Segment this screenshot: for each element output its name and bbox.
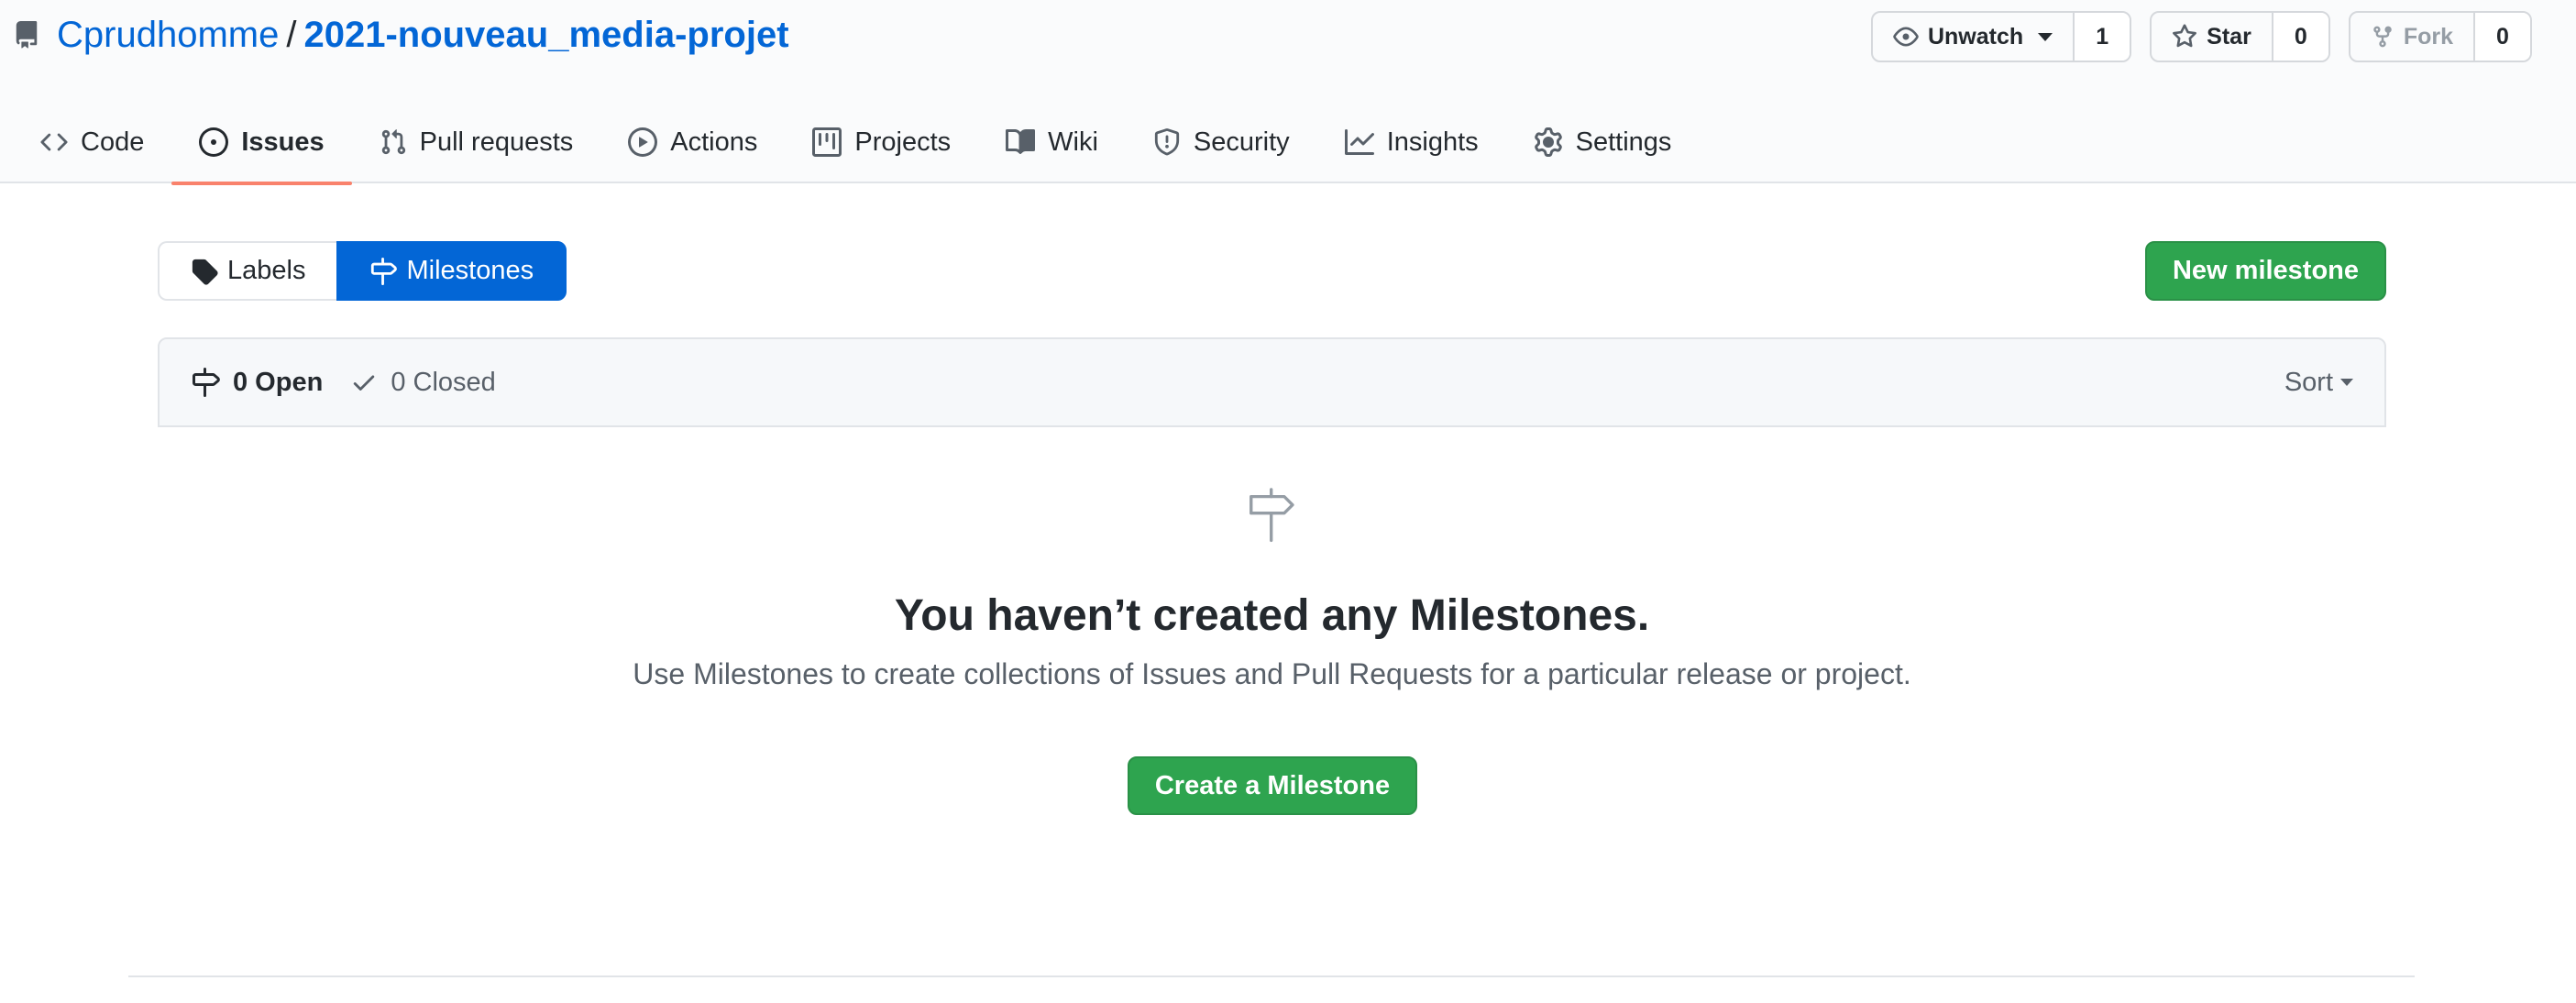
tab-wiki-label: Wiki (1048, 127, 1098, 157)
watchers-count[interactable]: 1 (2075, 13, 2130, 61)
code-icon (40, 133, 68, 151)
milestone-icon (193, 368, 220, 397)
eye-icon (1893, 27, 1919, 47)
stars-count[interactable]: 0 (2273, 13, 2328, 61)
shield-icon (1154, 128, 1180, 156)
milestone-signpost-icon (1249, 488, 1294, 543)
repo-header: Cprudhomme / 2021-nouveau_media-projet U… (0, 0, 2576, 185)
fork-label: Fork (2403, 23, 2453, 50)
tab-insights-label: Insights (1386, 127, 1479, 157)
sort-dropdown[interactable]: Sort (2284, 368, 2353, 398)
caret-down-icon (2038, 32, 2053, 41)
milestones-list-header: 0 Open 0 Closed Sort (158, 337, 2386, 427)
caret-down-icon (2340, 379, 2353, 386)
star-button-group: Star 0 (2150, 11, 2330, 62)
fork-button[interactable]: Fork (2350, 13, 2475, 61)
repo-separator: / (286, 14, 297, 55)
tab-actions-label: Actions (670, 127, 758, 157)
unwatch-button[interactable]: Unwatch (1873, 13, 2075, 61)
unwatch-label: Unwatch (1927, 23, 2024, 50)
milestone-icon (371, 257, 398, 285)
watch-button-group: Unwatch 1 (1870, 11, 2132, 62)
tab-code[interactable]: Code (0, 101, 171, 183)
tab-actions[interactable]: Actions (600, 101, 785, 183)
project-icon (812, 127, 842, 157)
labels-milestones-subnav: Labels Milestones (158, 241, 567, 301)
open-count-label: 0 Open (233, 367, 324, 397)
git-pull-request-icon (381, 129, 405, 155)
empty-state-description: Use Milestones to create collections of … (633, 657, 1911, 690)
labels-tab[interactable]: Labels (158, 241, 337, 301)
tab-wiki[interactable]: Wiki (978, 101, 1126, 183)
tab-settings[interactable]: Settings (1506, 101, 1700, 183)
tag-icon (192, 259, 218, 285)
empty-state: You haven’t created any Milestones. Use … (158, 427, 2386, 691)
milestones-tab[interactable]: Milestones (336, 241, 567, 301)
tab-security[interactable]: Security (1126, 101, 1317, 183)
repo-title: Cprudhomme / 2021-nouveau_media-projet (13, 11, 789, 59)
repo-name-link[interactable]: 2021-nouveau_media-projet (303, 15, 788, 56)
closed-count-label: 0 Closed (391, 367, 496, 397)
star-button[interactable]: Star (2152, 13, 2273, 61)
closed-milestones-link[interactable]: 0 Closed (350, 367, 496, 398)
star-label: Star (2207, 23, 2251, 50)
play-icon (628, 127, 658, 157)
tab-security-label: Security (1193, 127, 1290, 157)
labels-tab-label: Labels (227, 256, 306, 285)
tab-projects[interactable]: Projects (785, 101, 978, 183)
gear-icon (1534, 127, 1562, 157)
star-icon (2173, 24, 2197, 48)
repo-actions: Unwatch 1 Star 0 Fork 0 (1870, 11, 2532, 62)
check-icon (354, 375, 375, 391)
sort-label: Sort (2284, 367, 2333, 397)
repo-owner-link[interactable]: Cprudhomme (57, 15, 279, 56)
create-milestone-button[interactable]: Create a Milestone (1128, 756, 1417, 815)
tab-pull-requests-label: Pull requests (419, 127, 574, 157)
tab-pull-requests[interactable]: Pull requests (352, 101, 601, 183)
issue-opened-icon (199, 127, 229, 157)
new-milestone-button[interactable]: New milestone (2145, 241, 2386, 301)
milestone-state-filters: 0 Open 0 Closed (191, 368, 496, 398)
fork-button-group: Fork 0 (2348, 11, 2532, 62)
footer-divider (128, 975, 2415, 977)
tab-projects-label: Projects (854, 127, 952, 157)
open-milestones-link[interactable]: 0 Open (191, 368, 323, 398)
repo-nav: Code Issues Pull requests Actions Projec… (0, 101, 1700, 185)
tab-insights[interactable]: Insights (1317, 101, 1506, 183)
empty-state-title: You haven’t created any Milestones. (894, 591, 1650, 640)
forks-count[interactable]: 0 (2475, 13, 2530, 61)
repo-icon (16, 21, 38, 49)
tab-issues[interactable]: Issues (171, 101, 352, 185)
tab-settings-label: Settings (1575, 127, 1672, 157)
tab-code-label: Code (81, 127, 145, 157)
book-icon (1006, 128, 1036, 154)
milestones-tab-label: Milestones (406, 256, 534, 285)
graph-icon (1344, 129, 1374, 155)
tab-issues-label: Issues (241, 127, 325, 157)
repo-forked-icon (2373, 26, 2392, 48)
